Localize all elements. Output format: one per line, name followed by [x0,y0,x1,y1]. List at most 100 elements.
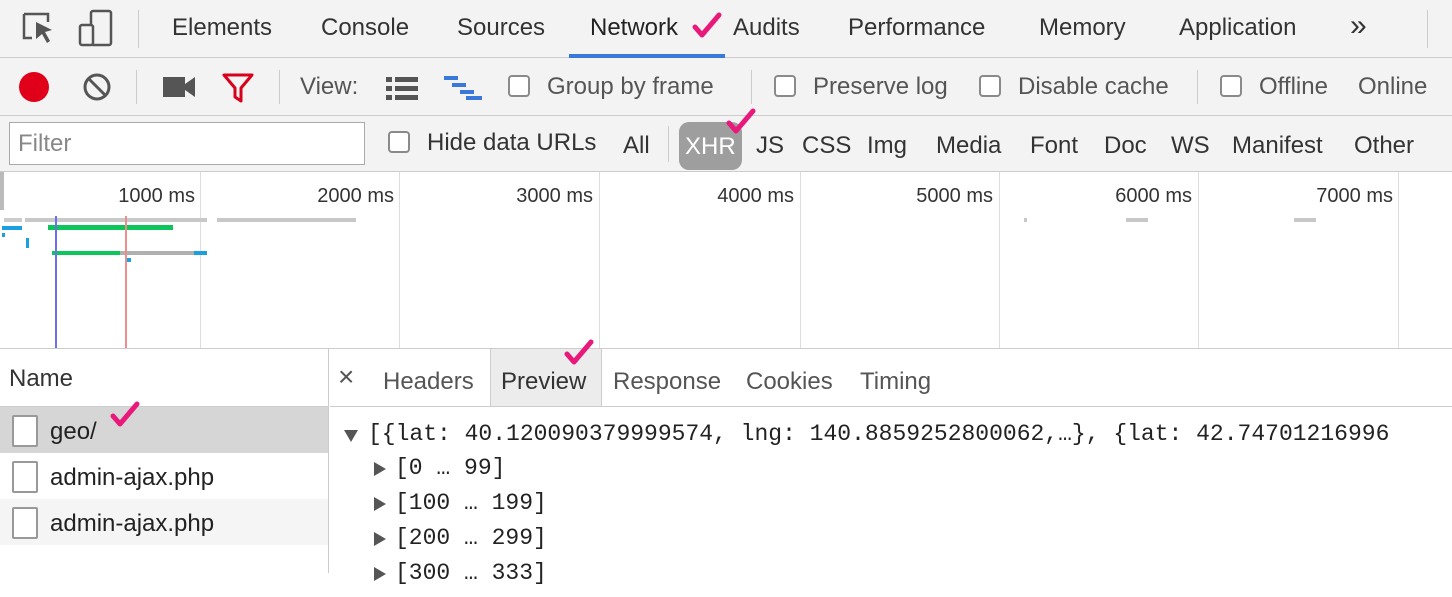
request-name: admin-ajax.php [50,464,215,491]
request-name: admin-ajax.php [50,510,215,537]
filter-bar: Hide data URLs All XHR JS CSS Img Media … [0,108,1452,172]
request-bar [1126,218,1148,222]
devtools-tabbar: Elements Console Sources Network Audits … [0,0,1452,58]
throttling-select[interactable]: Online [1358,73,1427,101]
request-name: geo/ [50,418,97,445]
network-overview-timeline[interactable]: 1000 ms 2000 ms 3000 ms 4000 ms 5000 ms … [0,172,1452,349]
filter-type-font[interactable]: Font [1030,116,1078,172]
inspect-element-icon[interactable] [18,8,58,48]
tab-elements[interactable]: Elements [172,0,272,57]
more-tabs-button[interactable]: » [1350,0,1367,57]
tab-response[interactable]: Response [613,349,721,406]
file-icon [12,415,38,447]
request-bar [2,226,22,230]
tab-performance[interactable]: Performance [848,0,985,57]
request-row-selected[interactable]: geo/ [0,401,328,453]
file-icon [12,507,38,539]
divider [1197,70,1198,104]
request-row[interactable]: admin-ajax.php [0,499,328,545]
tab-sources[interactable]: Sources [457,0,545,57]
record-button[interactable] [19,72,49,102]
divider [751,70,752,104]
divider [668,126,669,162]
request-bar [194,251,207,255]
filter-type-img[interactable]: Img [867,116,907,172]
tick-label: 2000 ms [317,185,394,207]
filter-type-css[interactable]: CSS [802,116,851,172]
preview-group[interactable]: [200 … 299] [395,525,547,551]
tab-headers[interactable]: Headers [383,349,474,406]
name-column-header[interactable]: Name [0,349,328,407]
filter-type-js[interactable]: JS [756,116,784,172]
disable-cache-label: Disable cache [1018,73,1169,100]
divider [279,70,280,104]
hide-data-urls-checkbox[interactable] [388,131,410,153]
filter-input[interactable] [9,122,365,165]
waterfall-overview-icon[interactable] [444,75,482,108]
request-bar [1024,218,1027,222]
collapsed-triangle-icon[interactable] [372,566,388,582]
group-by-frame-checkbox[interactable] [508,75,530,97]
tab-timing[interactable]: Timing [860,349,931,406]
tick-label: 7000 ms [1316,185,1393,207]
tab-memory[interactable]: Memory [1039,0,1126,57]
group-by-frame-label: Group by frame [547,73,714,100]
request-bar [4,218,22,222]
filter-type-manifest[interactable]: Manifest [1232,116,1323,172]
close-detail-button[interactable]: × [338,349,362,406]
request-bar [48,225,173,230]
device-toolbar-icon[interactable] [76,8,116,48]
clear-icon[interactable] [82,72,112,109]
filter-funnel-icon[interactable] [222,73,254,110]
collapsed-triangle-icon[interactable] [372,461,388,477]
tab-application[interactable]: Application [1179,0,1296,57]
filter-type-ws[interactable]: WS [1171,116,1210,172]
filter-type-other[interactable]: Other [1354,116,1414,172]
overview-selection-handle[interactable] [0,172,4,210]
expanded-triangle-icon[interactable] [343,427,359,443]
request-bar [25,218,207,222]
tick-label: 4000 ms [717,185,794,207]
dom-content-loaded-marker [55,216,57,348]
tick-label: 1000 ms [118,185,195,207]
annotation-checkmark-icon [692,12,722,38]
filter-type-media[interactable]: Media [936,116,1001,172]
grid-line [999,172,1000,348]
screenshot-camera-icon[interactable] [162,74,196,107]
collapsed-triangle-icon[interactable] [372,496,388,512]
preserve-log-checkbox[interactable] [774,75,796,97]
divider [138,10,139,48]
request-bar [1294,218,1316,222]
hide-data-urls-label: Hide data URLs [427,129,597,156]
grid-line [1398,172,1399,348]
tab-console[interactable]: Console [321,0,409,57]
tick-label: 6000 ms [1115,185,1192,207]
tab-audits[interactable]: Audits [733,0,800,57]
grid-line [1198,172,1199,348]
preview-group[interactable]: [300 … 333] [395,560,547,586]
request-bar [120,251,194,255]
request-row[interactable]: admin-ajax.php [0,453,328,499]
filter-type-doc[interactable]: Doc [1104,116,1147,172]
large-rows-list-icon[interactable] [386,76,418,107]
request-bar [217,218,356,222]
annotation-checkmark-icon [564,339,594,365]
tick-label: 5000 ms [916,185,993,207]
grid-line [399,172,400,348]
request-list-panel: Name geo/ admin-ajax.php admin-ajax.php [0,349,329,573]
collapsed-triangle-icon[interactable] [372,531,388,547]
preview-group[interactable]: [0 … 99] [395,455,505,481]
request-bar [52,251,120,255]
request-detail-tabs: × Headers Preview Response Cookies Timin… [330,339,1452,407]
annotation-checkmark-icon [110,401,140,427]
tick-label: 3000 ms [516,185,593,207]
filter-type-all[interactable]: All [623,116,650,172]
preview-group[interactable]: [100 … 199] [395,490,547,516]
offline-checkbox[interactable] [1220,75,1242,97]
preview-root-array[interactable]: [{lat: 40.120090379999574, lng: 140.8859… [368,421,1389,447]
disable-cache-checkbox[interactable] [979,75,1001,97]
grid-line [800,172,801,348]
tab-cookies[interactable]: Cookies [746,349,833,406]
divider [1427,10,1428,48]
tab-network[interactable]: Network [590,0,678,57]
